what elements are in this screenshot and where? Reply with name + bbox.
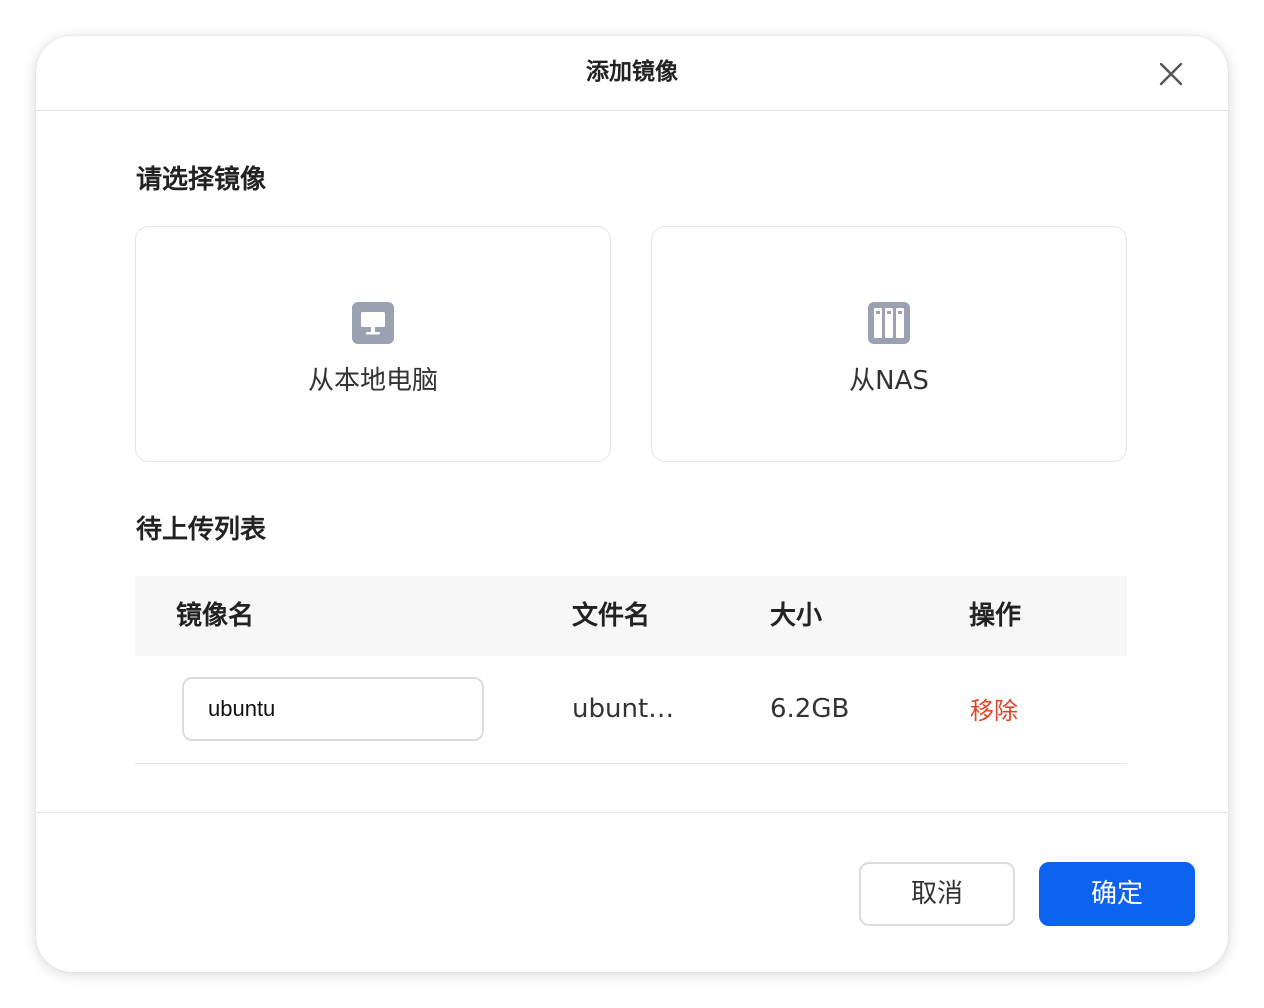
column-image-name: 镜像名 xyxy=(176,601,255,631)
footer-divider xyxy=(36,812,1228,813)
dialog-title: 添加镜像 xyxy=(586,59,678,85)
remove-link[interactable]: 移除 xyxy=(970,694,1018,728)
nas-icon xyxy=(867,301,911,345)
add-image-dialog: 添加镜像 请选择镜像 从本地电脑 从NAS 待上传列表 镜像名 文件名 大小 操… xyxy=(36,36,1228,972)
column-action: 操作 xyxy=(969,601,1022,631)
size-cell: 6.2GB xyxy=(770,694,850,724)
confirm-button[interactable]: 确定 xyxy=(1039,862,1195,926)
image-name-input[interactable] xyxy=(182,677,484,741)
from-nas-label: 从NAS xyxy=(849,366,929,396)
close-button[interactable] xyxy=(1156,59,1186,89)
column-size: 大小 xyxy=(770,601,823,631)
cancel-button[interactable]: 取消 xyxy=(859,862,1015,926)
from-local-computer-card[interactable]: 从本地电脑 xyxy=(135,226,611,462)
computer-icon xyxy=(351,301,395,345)
select-image-heading: 请选择镜像 xyxy=(136,165,267,195)
from-local-computer-label: 从本地电脑 xyxy=(307,366,438,396)
close-icon xyxy=(1159,62,1183,86)
file-name-cell: ubuntu… xyxy=(572,694,690,724)
table-row: ubuntu… 6.2GB 移除 xyxy=(135,656,1127,764)
dialog-header: 添加镜像 xyxy=(36,36,1228,111)
from-nas-card[interactable]: 从NAS xyxy=(651,226,1127,462)
upload-table-header: 镜像名 文件名 大小 操作 xyxy=(135,576,1127,656)
upload-list-heading: 待上传列表 xyxy=(136,515,267,545)
column-file-name: 文件名 xyxy=(572,601,651,631)
